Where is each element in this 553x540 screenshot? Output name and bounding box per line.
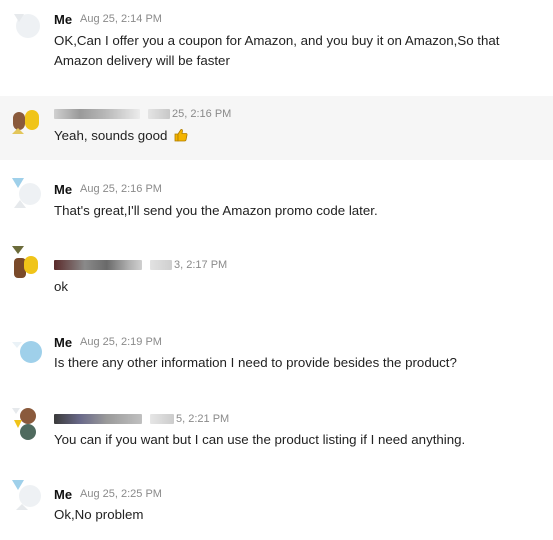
avatar[interactable]: [10, 176, 42, 210]
message-timestamp: Aug 25, 2:14 PM: [80, 13, 162, 25]
avatar[interactable]: [10, 406, 42, 440]
sender-name: Me: [54, 12, 73, 27]
avatar[interactable]: [10, 246, 42, 280]
message-text: Is there any other information I need to…: [54, 355, 457, 370]
message-text: OK,Can I offer you a coupon for Amazon, …: [54, 33, 500, 68]
message-item[interactable]: Me Aug 25, 2:25 PM Ok,No problem: [0, 474, 553, 540]
sender-name: Me: [54, 335, 73, 350]
avatar[interactable]: [10, 336, 42, 370]
redacted-sender-name: [148, 109, 170, 119]
message-item[interactable]: 3, 2:17 PM ok: [0, 246, 553, 310]
message-item[interactable]: 25, 2:16 PM Yeah, sounds good: [0, 96, 553, 160]
redacted-sender-name: [150, 260, 172, 270]
avatar[interactable]: [10, 104, 42, 138]
thumbs-up-icon: [174, 129, 188, 142]
redacted-sender-name: [54, 414, 142, 424]
message-text: ok: [54, 279, 69, 294]
message-timestamp: Aug 25, 2:25 PM: [80, 488, 162, 500]
message-text: Yeah, sounds good: [54, 126, 541, 146]
message-item[interactable]: 5, 2:21 PM You can if you want but I can…: [0, 398, 553, 462]
avatar[interactable]: [10, 478, 42, 512]
message-timestamp: 3, 2:17 PM: [174, 259, 228, 271]
sender-name: Me: [54, 487, 73, 502]
message-timestamp: 5, 2:21 PM: [176, 413, 230, 425]
message-timestamp: Aug 25, 2:19 PM: [80, 336, 162, 348]
avatar[interactable]: [10, 8, 42, 42]
message-text: You can if you want but I can use the pr…: [54, 432, 466, 447]
message-item[interactable]: Me Aug 25, 2:19 PM Is there any other in…: [0, 324, 553, 388]
message-text: Ok,No problem: [54, 507, 144, 522]
redacted-sender-name: [150, 414, 174, 424]
message-item[interactable]: Me Aug 25, 2:14 PM OK,Can I offer you a …: [0, 0, 553, 76]
redacted-sender-name: [54, 260, 142, 270]
message-text-content: Yeah, sounds good: [54, 128, 168, 143]
sender-name: Me: [54, 182, 73, 197]
message-timestamp: Aug 25, 2:16 PM: [80, 183, 162, 195]
message-item[interactable]: Me Aug 25, 2:16 PM That's great,I'll sen…: [0, 172, 553, 236]
message-timestamp: 25, 2:16 PM: [172, 108, 232, 120]
redacted-sender-name: [54, 109, 140, 119]
message-text: That's great,I'll send you the Amazon pr…: [54, 203, 378, 218]
